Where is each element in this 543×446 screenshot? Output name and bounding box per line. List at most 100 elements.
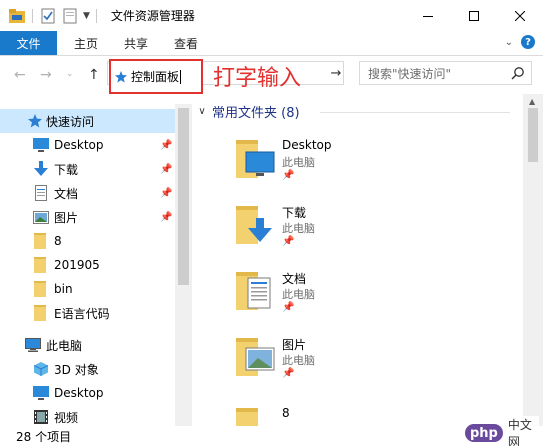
quick-access-star-icon bbox=[115, 70, 127, 83]
download-icon bbox=[33, 161, 49, 177]
tab-share[interactable]: 共享 bbox=[111, 31, 161, 55]
go-arrow-icon[interactable]: → bbox=[328, 62, 344, 84]
nav-item-label: Desktop bbox=[54, 138, 104, 152]
text-cursor bbox=[180, 69, 182, 84]
document-folder-icon bbox=[236, 272, 271, 310]
nav-item-documents[interactable]: 文档 📌 bbox=[0, 181, 175, 205]
window-title: 文件资源管理器 bbox=[110, 9, 195, 23]
address-text: 控制面板 bbox=[131, 70, 180, 84]
frequent-folder-8[interactable]: 8 bbox=[232, 404, 492, 426]
maximize-button[interactable] bbox=[451, 0, 497, 31]
folder-icon bbox=[33, 305, 49, 321]
nav-item-desktop-pc[interactable]: Desktop bbox=[0, 381, 175, 405]
star-icon bbox=[27, 113, 43, 129]
nav-item-label: 快速访问 bbox=[46, 114, 95, 129]
cube-icon bbox=[33, 361, 49, 377]
nav-item-downloads[interactable]: 下载 📌 bbox=[0, 157, 175, 181]
nav-item-quick-access[interactable]: 快速访问 bbox=[0, 109, 175, 133]
desktop-folder-icon bbox=[236, 140, 275, 178]
nav-pane-scrollbar[interactable] bbox=[175, 104, 192, 426]
nav-item-label: 此电脑 bbox=[46, 338, 83, 353]
search-icon[interactable] bbox=[511, 66, 525, 80]
frequent-folder-desktop[interactable]: Desktop 此电脑 📌 bbox=[232, 136, 492, 196]
frequent-folder-downloads[interactable]: 下载 此电脑 📌 bbox=[232, 202, 492, 262]
nav-item-folder-e-lang[interactable]: E语言代码 bbox=[0, 301, 175, 325]
pin-icon[interactable]: 📌 bbox=[160, 164, 172, 175]
frequent-folder-pictures[interactable]: 图片 此电脑 📌 bbox=[232, 334, 492, 394]
navigation-pane: 快速访问 Desktop 📌 下载 📌 文档 📌 图片 📌 8 201905 b… bbox=[0, 104, 192, 426]
close-icon bbox=[515, 10, 525, 21]
folder-name: 下载 bbox=[282, 206, 307, 220]
item-count: 28 个项目 bbox=[16, 429, 72, 444]
address-input[interactable]: 控制面板 bbox=[109, 59, 203, 94]
nav-item-this-pc[interactable]: 此电脑 bbox=[0, 333, 175, 357]
forward-arrow-icon[interactable]: → bbox=[40, 67, 52, 83]
nav-item-folder-bin[interactable]: bin bbox=[0, 277, 175, 301]
folder-icon bbox=[236, 408, 258, 426]
nav-item-label: 3D 对象 bbox=[54, 362, 99, 377]
window-controls bbox=[405, 0, 543, 31]
tab-view[interactable]: 查看 bbox=[161, 31, 211, 55]
nav-item-label: bin bbox=[54, 282, 73, 296]
nav-item-label: 下载 bbox=[54, 162, 79, 177]
watermark-site: 中文网 bbox=[505, 416, 539, 446]
help-icon[interactable]: ? bbox=[521, 35, 535, 49]
ribbon-right-controls: ⌄ ? bbox=[505, 35, 535, 49]
minimize-button[interactable] bbox=[405, 0, 451, 31]
expand-ribbon-chevron-icon[interactable]: ⌄ bbox=[505, 37, 513, 48]
nav-item-folder-201905[interactable]: 201905 bbox=[0, 253, 175, 277]
nav-item-label: Desktop bbox=[54, 386, 104, 400]
tab-home[interactable]: 主页 bbox=[61, 31, 111, 55]
chevron-down-icon[interactable]: ∨ bbox=[192, 106, 212, 117]
folder-name: 文档 bbox=[282, 272, 307, 286]
quick-access-toolbar: ▼ bbox=[0, 0, 103, 31]
nav-item-folder-8[interactable]: 8 bbox=[0, 229, 175, 253]
picture-folder-icon bbox=[236, 338, 275, 376]
search-box[interactable]: 搜索"快速访问" bbox=[359, 61, 532, 85]
close-button[interactable] bbox=[497, 0, 543, 31]
pin-icon: 📌 bbox=[282, 302, 295, 313]
watermark: php 中文网 bbox=[465, 416, 539, 446]
desktop-icon bbox=[33, 385, 49, 401]
folder-location: 此电脑 bbox=[282, 288, 315, 301]
nav-item-pictures[interactable]: 图片 📌 bbox=[0, 205, 175, 229]
status-bar: 28 个项目 bbox=[0, 426, 543, 446]
annotation-text: 打字输入 bbox=[213, 66, 302, 91]
folder-icon bbox=[33, 233, 49, 249]
nav-item-desktop[interactable]: Desktop 📌 bbox=[0, 133, 175, 157]
ribbon-tabs: 文件 主页 共享 查看 ⌄ ? bbox=[0, 31, 543, 56]
recent-locations-chevron-icon[interactable]: ⌄ bbox=[66, 69, 74, 79]
nav-item-label: 8 bbox=[54, 234, 62, 248]
folder-location: 此电脑 bbox=[282, 156, 315, 169]
new-folder-icon[interactable] bbox=[61, 7, 79, 25]
folder-location: 此电脑 bbox=[282, 354, 315, 367]
folder-name: 图片 bbox=[282, 338, 307, 352]
customize-toolbar-chevron-icon[interactable]: ▼ bbox=[83, 11, 90, 21]
content-scrollbar[interactable]: ▲ bbox=[523, 94, 543, 426]
pin-icon[interactable]: 📌 bbox=[160, 212, 172, 223]
group-divider bbox=[320, 112, 510, 113]
pin-icon[interactable]: 📌 bbox=[160, 140, 172, 151]
nav-item-videos[interactable]: 视频 bbox=[0, 405, 175, 426]
properties-icon[interactable] bbox=[39, 7, 57, 25]
up-arrow-icon[interactable]: ↑ bbox=[88, 67, 100, 83]
back-arrow-icon[interactable]: ← bbox=[14, 67, 26, 83]
pin-icon[interactable]: 📌 bbox=[160, 188, 172, 199]
pin-icon: 📌 bbox=[282, 236, 295, 247]
desktop-icon bbox=[33, 137, 49, 153]
content-scroll-thumb[interactable] bbox=[528, 108, 538, 162]
nav-item-3d-objects[interactable]: 3D 对象 bbox=[0, 357, 175, 381]
pin-icon: 📌 bbox=[282, 170, 295, 181]
nav-pane-scroll-thumb[interactable] bbox=[178, 108, 189, 285]
folder-icon bbox=[33, 281, 49, 297]
folder-location: 此电脑 bbox=[282, 222, 315, 235]
toolbar-divider bbox=[95, 8, 97, 23]
computer-icon bbox=[25, 337, 41, 353]
frequent-folder-documents[interactable]: 文档 此电脑 📌 bbox=[232, 268, 492, 328]
explorer-folder-icon[interactable] bbox=[8, 7, 26, 25]
scroll-up-arrow-icon[interactable]: ▲ bbox=[529, 97, 535, 106]
content-pane: ∨ 常用文件夹 (8) Desktop 此电脑 📌 下载 此电脑 📌 文档 此电… bbox=[192, 94, 523, 426]
tab-file[interactable]: 文件 bbox=[0, 31, 57, 55]
watermark-brand: php bbox=[465, 424, 503, 442]
group-header-frequent-folders[interactable]: ∨ 常用文件夹 (8) bbox=[192, 102, 299, 121]
